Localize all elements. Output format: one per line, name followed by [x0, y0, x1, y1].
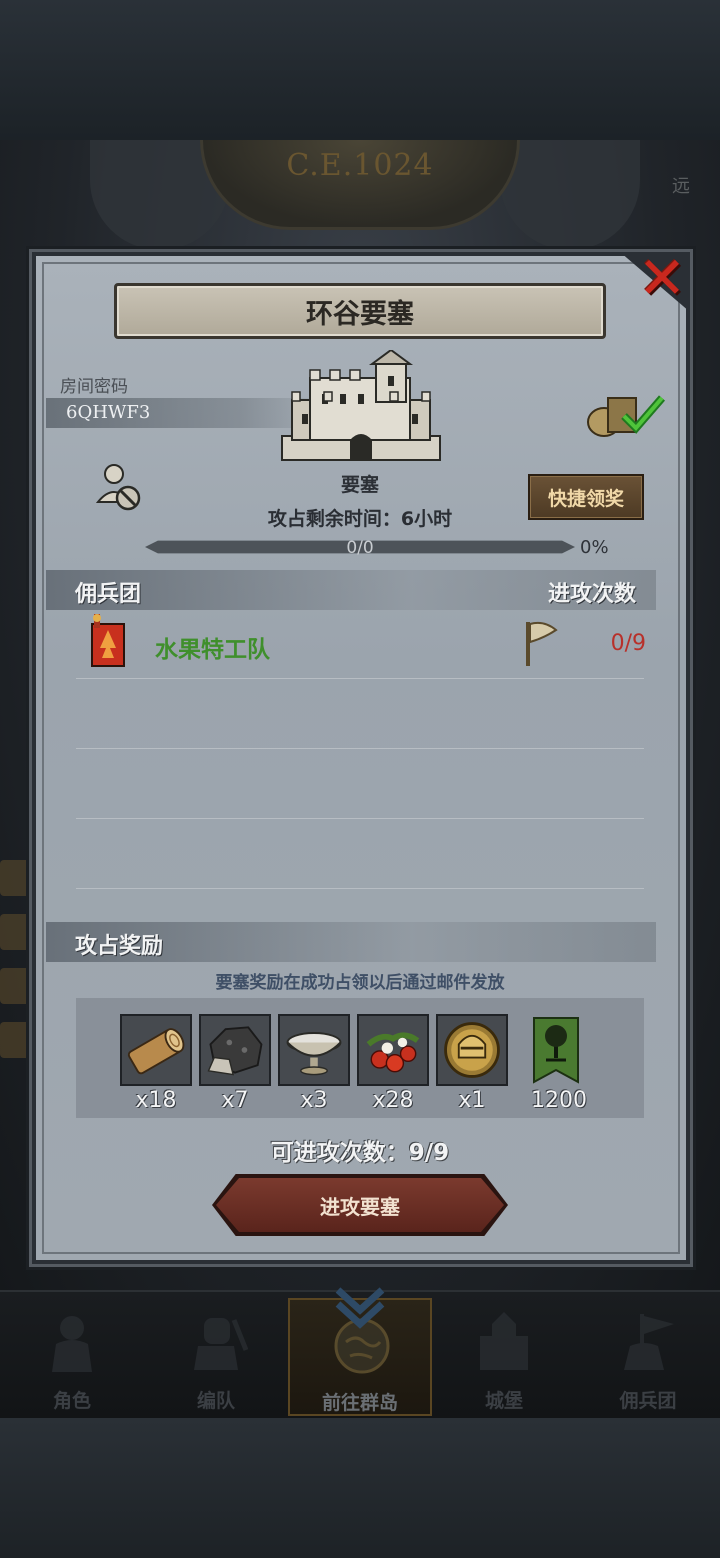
nav-label: 佣兵团	[619, 1390, 677, 1412]
row-divider	[76, 678, 644, 679]
attack-fortress-label: 进攻要塞	[320, 1194, 400, 1219]
fortress-image	[281, 350, 441, 461]
guild-attack-count: 0/9	[610, 631, 646, 656]
nav-item-formation[interactable]: 编队	[144, 1298, 288, 1416]
nav-item-character[interactable]: 角色	[0, 1298, 144, 1416]
close-icon: ✕	[637, 244, 687, 312]
ore-stone-icon	[201, 1016, 269, 1084]
capture-time-remaining: 攻占剩余时间：6小时	[267, 508, 453, 530]
silver-bowl-icon	[280, 1016, 348, 1084]
wood-log-icon	[122, 1016, 190, 1084]
reward-qty: 1200	[531, 1088, 587, 1113]
reward-slot[interactable]	[120, 1014, 192, 1086]
attacks-available: 可进攻次数：9/9	[270, 1140, 450, 1166]
attack-count-header: 进攻次数	[548, 582, 637, 607]
flag-icon	[526, 621, 558, 666]
nav-item-castle[interactable]: 城堡	[432, 1298, 576, 1416]
rewards-header: 攻占奖励	[75, 934, 164, 959]
guild-name[interactable]: 水果特工队	[155, 630, 270, 664]
row-divider	[76, 818, 644, 819]
knight-icon	[52, 1316, 92, 1372]
right-edge-text: 远	[672, 176, 690, 197]
year-dial: C.E.1024	[200, 140, 520, 230]
nav-item-mercenary[interactable]: 佣兵团	[576, 1298, 720, 1416]
top-background	[0, 0, 720, 140]
attack-fortress-button[interactable]: 进攻要塞	[216, 1178, 504, 1232]
nav-label: 角色	[52, 1390, 91, 1412]
chevron-down-icon	[335, 1287, 385, 1329]
row-divider	[76, 748, 644, 749]
title-banner: 环谷要塞	[114, 283, 606, 339]
mercenary-header: 佣兵团	[75, 582, 142, 607]
berries-icon	[359, 1016, 427, 1084]
room-password-label: 房间密码	[60, 377, 128, 397]
year-label: C.E.1024	[286, 148, 434, 183]
progress-percent: 0%	[580, 537, 609, 558]
loot-bag-check-icon[interactable]	[584, 390, 666, 438]
reward-slot[interactable]	[278, 1014, 350, 1086]
left-edge-items	[0, 860, 34, 1280]
close-button[interactable]: ✕	[636, 244, 688, 312]
progress-count: 0/0	[346, 538, 374, 558]
reward-qty: x3	[300, 1088, 328, 1113]
reward-slot[interactable]	[357, 1014, 429, 1086]
nav-label: 前往群岛	[321, 1392, 398, 1414]
reward-slot[interactable]	[199, 1014, 271, 1086]
nav-label: 城堡	[484, 1390, 523, 1412]
nav-label: 编队	[196, 1390, 235, 1412]
reward-slot[interactable]	[436, 1014, 508, 1086]
reward-qty: x7	[221, 1088, 249, 1113]
guild-banner-icon	[91, 614, 125, 667]
mercenary-icon	[624, 1314, 674, 1370]
bottom-background	[0, 1418, 720, 1558]
room-code[interactable]: 6QHWF3	[66, 402, 150, 423]
knight-helmet-coin-icon	[438, 1016, 506, 1084]
castle-icon	[480, 1312, 528, 1370]
tree-banner-icon[interactable]	[532, 1016, 580, 1084]
reward-qty: x1	[458, 1088, 486, 1113]
row-divider	[76, 888, 644, 889]
reward-note: 要塞奖励在成功占领以后通过邮件发放	[215, 973, 505, 993]
reward-qty: x28	[372, 1088, 414, 1113]
reward-qty: x18	[135, 1088, 177, 1113]
formation-icon	[194, 1318, 248, 1370]
dialog-title: 环谷要塞	[306, 298, 414, 330]
